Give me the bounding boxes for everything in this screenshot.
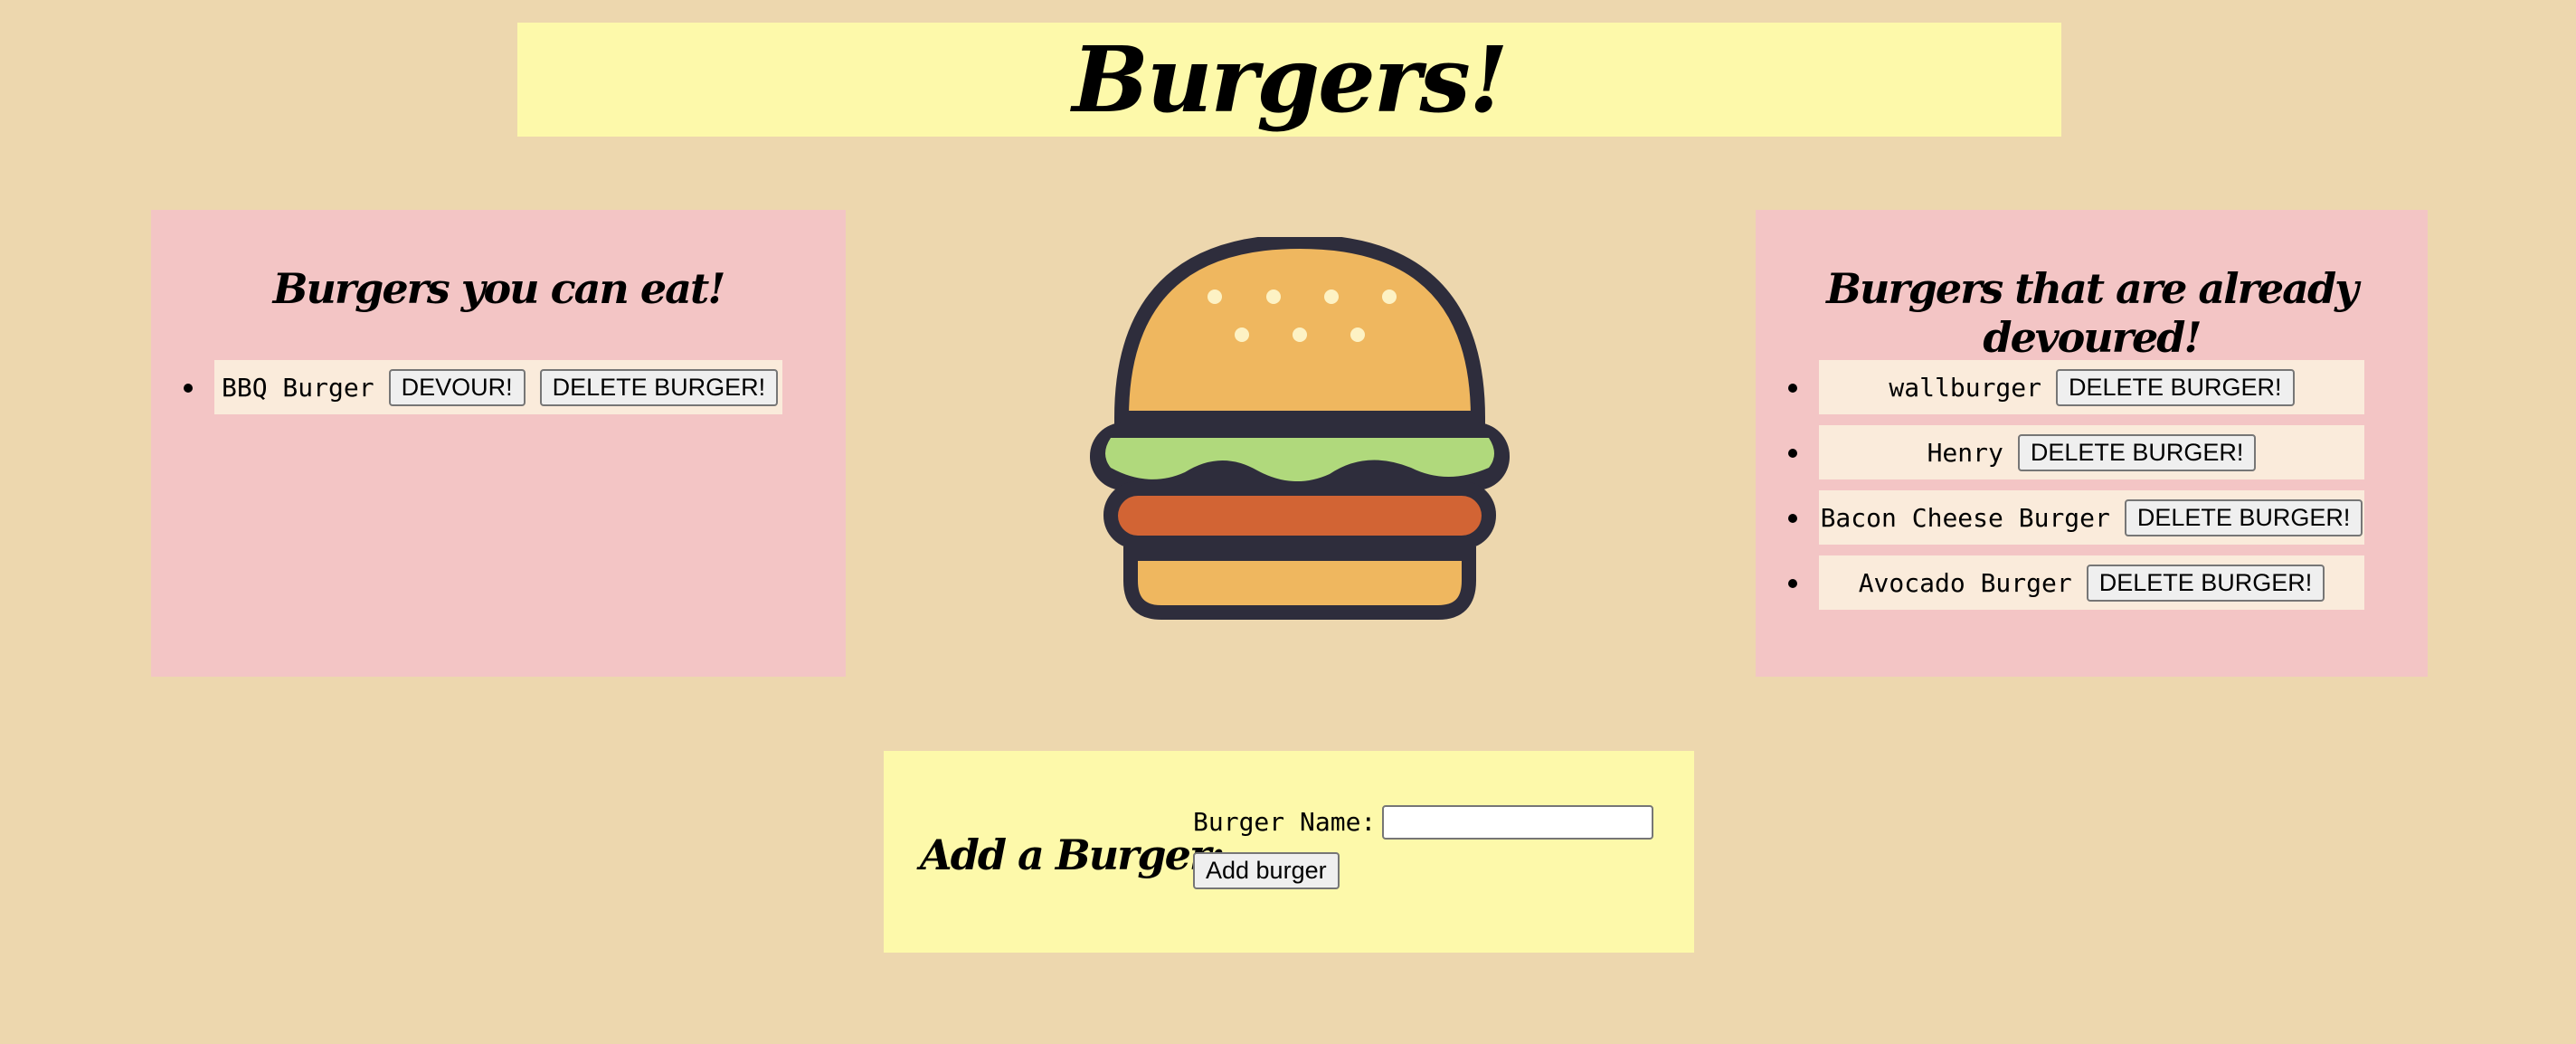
delete-burger-button[interactable]: DELETE BURGER! bbox=[2086, 564, 2325, 602]
uneaten-heading: Burgers you can eat! bbox=[272, 264, 726, 313]
list-item: BBQ Burger DEVOUR! DELETE BURGER! bbox=[184, 360, 782, 414]
burger-name: BBQ Burger bbox=[222, 372, 374, 403]
page-header: Burgers! bbox=[517, 23, 2061, 137]
list-item: Avocado Burger DELETE BURGER! bbox=[1788, 555, 2364, 610]
add-burger-button[interactable]: Add burger bbox=[1193, 852, 1340, 889]
devour-button[interactable]: DEVOUR! bbox=[388, 368, 526, 406]
list-item: wallburger DELETE BURGER! bbox=[1788, 360, 2364, 414]
add-burger-heading: Add a Burger: bbox=[920, 830, 1225, 879]
uneaten-list: BBQ Burger DEVOUR! DELETE BURGER! bbox=[184, 360, 782, 425]
uneaten-burgers-panel: Burgers you can eat! BBQ Burger DEVOUR! … bbox=[151, 210, 846, 677]
list-item: Henry DELETE BURGER! bbox=[1788, 425, 2364, 479]
burger-name-input[interactable] bbox=[1382, 805, 1653, 840]
page-title: Burgers! bbox=[1072, 26, 1508, 133]
delete-burger-button[interactable]: DELETE BURGER! bbox=[539, 368, 779, 406]
list-item: Bacon Cheese Burger DELETE BURGER! bbox=[1788, 490, 2364, 545]
devoured-burgers-panel: Burgers that are already devoured! wallb… bbox=[1756, 210, 2428, 677]
delete-burger-button[interactable]: DELETE BURGER! bbox=[2124, 498, 2363, 536]
delete-burger-button[interactable]: DELETE BURGER! bbox=[2017, 433, 2257, 471]
delete-burger-button[interactable]: DELETE BURGER! bbox=[2056, 368, 2295, 406]
devoured-heading: Burgers that are already devoured! bbox=[1826, 264, 2359, 362]
add-burger-form: Add a Burger: Burger Name: Add burger bbox=[884, 751, 1694, 953]
burger-name: Bacon Cheese Burger bbox=[1820, 502, 2110, 533]
devoured-list: wallburger DELETE BURGER! Henry DELETE BUR… bbox=[1788, 360, 2364, 621]
burger-name: Avocado Burger bbox=[1858, 567, 2072, 598]
burger-name: wallburger bbox=[1889, 372, 2041, 403]
burger-icon bbox=[1090, 237, 1510, 620]
burger-name: Henry bbox=[1927, 437, 2003, 468]
burger-name-label: Burger Name: bbox=[1193, 807, 1377, 837]
